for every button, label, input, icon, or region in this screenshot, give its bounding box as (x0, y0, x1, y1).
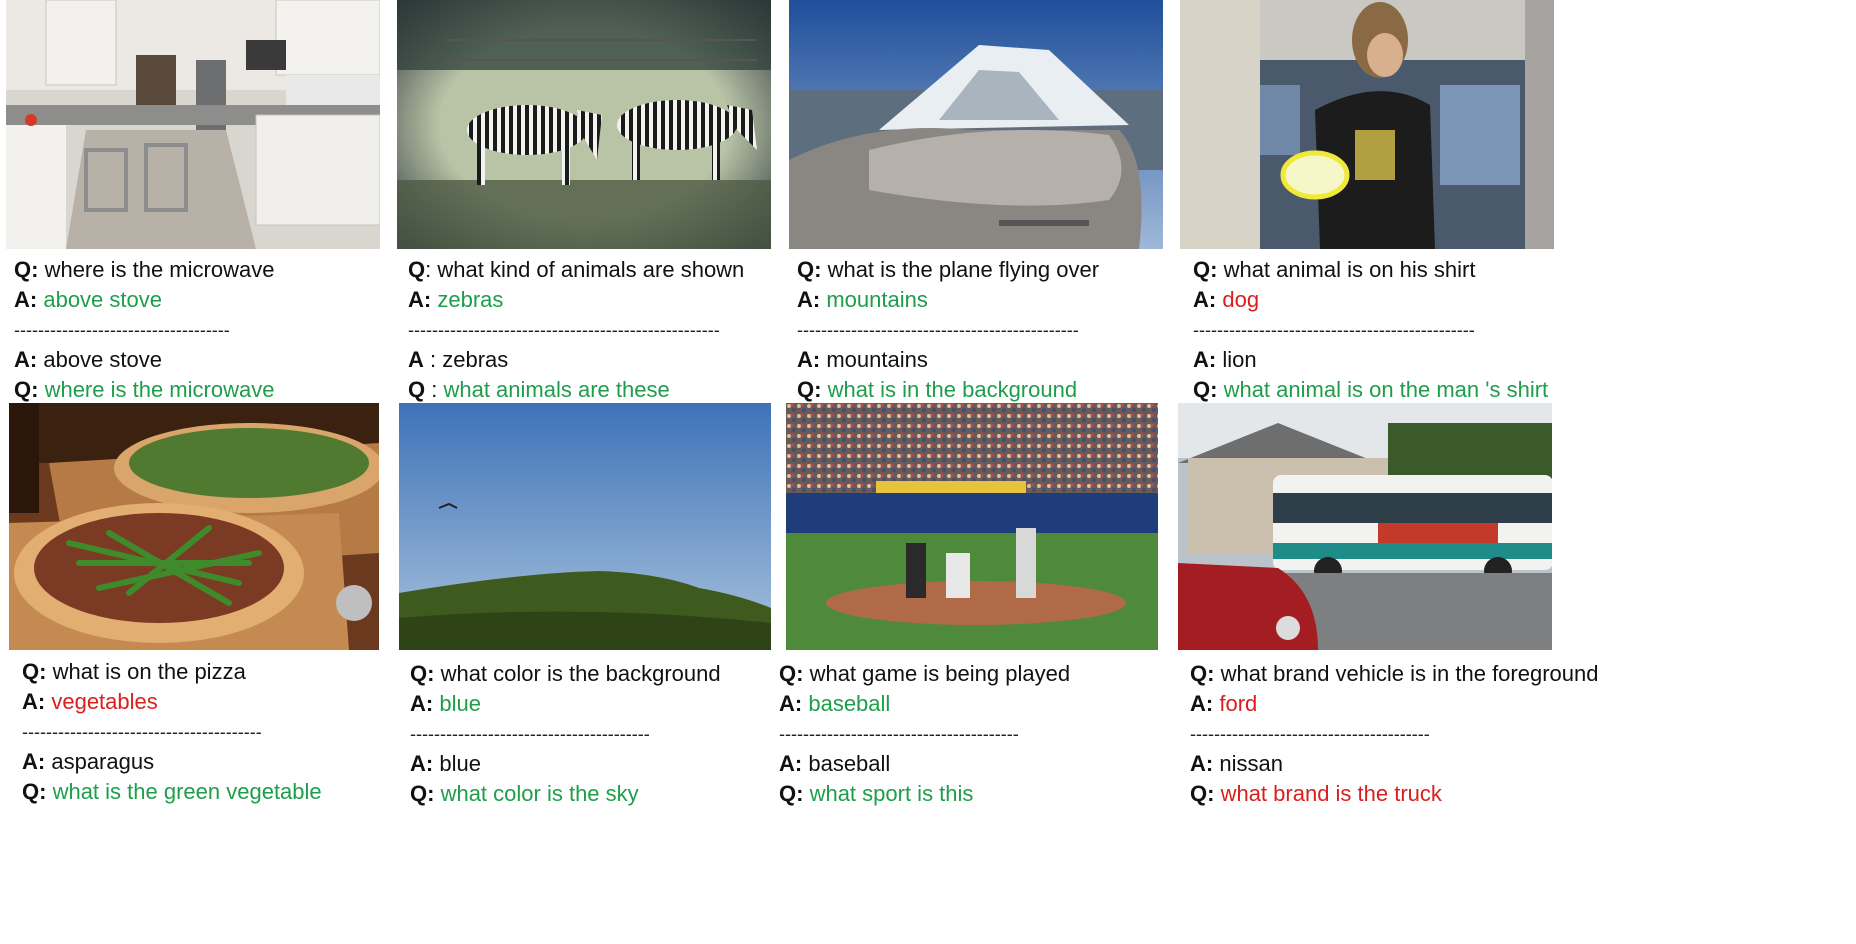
zebras-photo (397, 0, 771, 249)
answer-row: A: dog (1193, 287, 1260, 312)
predicted-answer: mountains (826, 287, 928, 312)
qa-block-pizza: Q: what is on the pizza A: vegetables --… (22, 657, 322, 807)
separator: ---------------------------------------- (22, 722, 262, 742)
answer-row: A: vegetables (22, 689, 158, 714)
given-answer: above stove (43, 347, 162, 372)
given-answer-row: A: mountains (797, 347, 928, 372)
baseball-photo (786, 403, 1158, 650)
given-answer-row: A: blue (410, 751, 481, 776)
generated-question: what brand is the truck (1220, 781, 1442, 806)
generated-question-row: Q: what animal is on the man 's shirt (1193, 377, 1549, 402)
given-answer-row: A: baseball (779, 751, 891, 776)
question-text: what animal is on his shirt (1223, 257, 1476, 282)
answer-row: A: baseball (779, 691, 891, 716)
question-row: Q: what color is the background (410, 661, 721, 686)
qa-block-sky: Q: what color is the background A: blue … (410, 659, 721, 809)
given-answer-row: A: asparagus (22, 749, 155, 774)
separator: ----------------------------------------… (1193, 320, 1475, 340)
given-answer: zebras (442, 347, 509, 372)
generated-question-row: Q: what is the green vegetable (22, 779, 322, 804)
sky-photo (399, 403, 771, 650)
question-row: Q: what is on the pizza (22, 659, 246, 684)
separator: ------------------------------------ (14, 320, 230, 340)
answer-row: A: above stove (14, 287, 162, 312)
pizza-photo (9, 403, 379, 650)
given-answer: mountains (826, 347, 928, 372)
qa-block-mountain: Q: what is the plane flying over A: moun… (797, 255, 1099, 405)
question-text: what is the plane flying over (827, 257, 1100, 282)
generated-question: what animals are these (443, 377, 670, 402)
predicted-answer: dog (1222, 287, 1260, 312)
separator: ----------------------------------------… (797, 320, 1079, 340)
given-answer: asparagus (51, 749, 155, 774)
predicted-answer: baseball (808, 691, 891, 716)
generated-question: what animal is on the man 's shirt (1223, 377, 1549, 402)
generated-question-row: Q: where is the microwave (14, 377, 275, 402)
question-text: what game is being played (809, 661, 1071, 686)
qa-block-bus: Q: what brand vehicle is in the foregrou… (1190, 659, 1598, 809)
question-text: where is the microwave (44, 257, 275, 282)
separator: ---------------------------------------- (1190, 724, 1430, 744)
answer-row: A: zebras (408, 287, 504, 312)
predicted-answer: above stove (43, 287, 162, 312)
answer-row: A: mountains (797, 287, 928, 312)
generated-question-row: Q: what is in the background (797, 377, 1078, 402)
given-answer-row: A: nissan (1190, 751, 1283, 776)
question-row: Q: what animal is on his shirt (1193, 257, 1476, 282)
given-answer-row: A : zebras (408, 347, 509, 372)
question-text: what kind of animals are shown (437, 257, 745, 282)
bus-photo (1178, 403, 1552, 650)
question-row: Q: what is the plane flying over (797, 257, 1100, 282)
answer-row: A: blue (410, 691, 481, 716)
predicted-answer: zebras (437, 287, 504, 312)
separator: ----------------------------------------… (408, 320, 720, 340)
generated-question: what is the green vegetable (52, 779, 322, 804)
question-text: what color is the background (440, 661, 721, 686)
generated-question-row: Q: what brand is the truck (1190, 781, 1442, 806)
question-text: what is on the pizza (52, 659, 246, 684)
generated-question: what is in the background (827, 377, 1078, 402)
question-row: Q: what game is being played (779, 661, 1071, 686)
generated-question-row: Q: what sport is this (779, 781, 974, 806)
given-answer-row: A: lion (1193, 347, 1257, 372)
frisbee-photo (1180, 0, 1554, 249)
answer-row: A: ford (1190, 691, 1258, 716)
kitchen-photo (6, 0, 380, 249)
qa-block-baseball: Q: what game is being played A: baseball… (779, 659, 1070, 809)
generated-question: what color is the sky (440, 781, 639, 806)
qa-block-kitchen: Q: where is the microwave A: above stove… (14, 255, 274, 405)
predicted-answer: ford (1219, 691, 1258, 716)
predicted-answer: blue (439, 691, 481, 716)
question-row: Q: where is the microwave (14, 257, 275, 282)
separator: ---------------------------------------- (410, 724, 650, 744)
given-answer-row: A: above stove (14, 347, 162, 372)
question-text: what brand vehicle is in the foreground (1220, 661, 1599, 686)
given-answer: baseball (808, 751, 891, 776)
generated-question: what sport is this (809, 781, 974, 806)
qa-block-zebras: Q: what kind of animals are shown A: zeb… (408, 255, 744, 405)
generated-question-row: Q : what animals are these (408, 377, 670, 402)
given-answer: lion (1222, 347, 1257, 372)
generated-question-row: Q: what color is the sky (410, 781, 639, 806)
given-answer: blue (439, 751, 481, 776)
generated-question: where is the microwave (44, 377, 275, 402)
question-row: Q: what kind of animals are shown (408, 257, 745, 282)
mountain-photo (789, 0, 1163, 249)
question-row: Q: what brand vehicle is in the foregrou… (1190, 661, 1599, 686)
qa-block-frisbee: Q: what animal is on his shirt A: dog --… (1193, 255, 1548, 405)
separator: ---------------------------------------- (779, 724, 1019, 744)
given-answer: nissan (1219, 751, 1283, 776)
predicted-answer: vegetables (51, 689, 158, 714)
